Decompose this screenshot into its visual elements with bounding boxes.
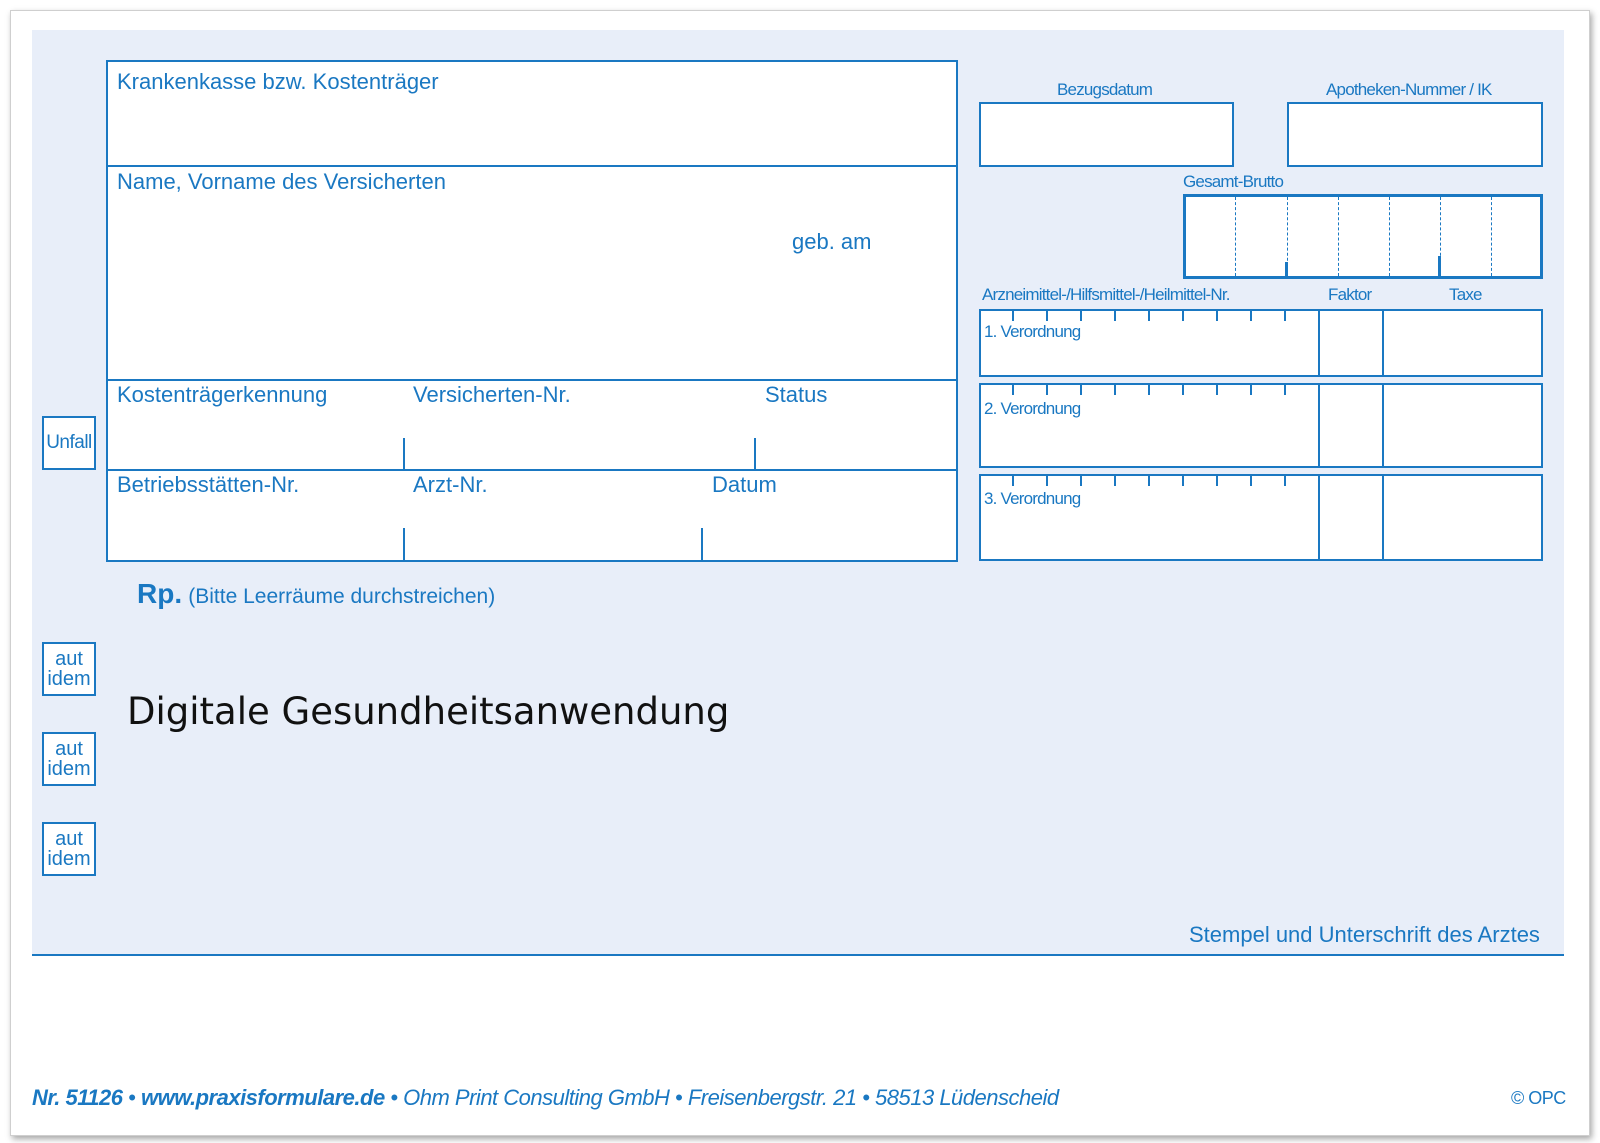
footer-imprint: Nr. 51126 • www.praxisformulare.de • Ohm…: [32, 1085, 1059, 1111]
digit-tick: [1012, 311, 1014, 321]
accident-checkbox[interactable]: Unfall: [42, 416, 96, 470]
prescription-row-1[interactable]: [979, 309, 1543, 377]
prescription-3-label: 3. Verordnung: [984, 489, 1081, 508]
gross-total-field[interactable]: [1183, 194, 1543, 279]
divider: [1318, 474, 1320, 561]
digit-tick: [1284, 311, 1286, 321]
gross-total-label: Gesamt-Brutto: [1183, 172, 1284, 191]
bullet: •: [390, 1085, 404, 1110]
digit-tick: [1148, 385, 1150, 395]
purchase-date-field[interactable]: [979, 102, 1234, 167]
digit-tick: [1114, 385, 1116, 395]
decimal-marker: [1285, 262, 1288, 276]
divider: [403, 528, 405, 561]
rp-symbol: Rp.: [137, 578, 183, 609]
bullet: •: [128, 1085, 141, 1110]
aut-idem-label: idem: [47, 758, 91, 780]
digit-tick: [1182, 476, 1184, 486]
rp-heading: Rp. (Bitte Leerräume durchstreichen): [137, 578, 495, 610]
insured-name-label: Name, Vorname des Versicherten: [117, 169, 446, 194]
divider: [106, 469, 958, 471]
divider: [1318, 309, 1320, 377]
digit-separator: [1235, 197, 1236, 276]
prescription-row-2[interactable]: [979, 383, 1543, 468]
insurer-label: Krankenkasse bzw. Kostenträger: [117, 69, 439, 94]
item-number-label: Arzneimittel-/Hilfsmittel-/Heilmittel-Nr…: [982, 285, 1231, 304]
digit-tick: [1148, 311, 1150, 321]
divider: [1382, 383, 1384, 468]
digit-tick: [1114, 311, 1116, 321]
pharmacy-number-label: Apotheken-Nummer / IK: [1326, 80, 1492, 99]
aut-idem-label: aut: [55, 738, 83, 760]
copyright-notice: © OPC: [1511, 1088, 1566, 1108]
digit-separator: [1389, 197, 1390, 276]
pharmacy-number-field[interactable]: [1287, 102, 1543, 167]
rp-hint: (Bitte Leerräume durchstreichen): [188, 585, 496, 608]
city-address: 58513 Lüdenscheid: [875, 1085, 1059, 1110]
digit-tick: [1284, 385, 1286, 395]
digit-tick: [1046, 311, 1048, 321]
divider: [106, 165, 958, 167]
aut-idem-label: idem: [47, 848, 91, 870]
fee-label: Taxe: [1449, 285, 1483, 304]
purchase-date-label: Bezugsdatum: [1057, 80, 1153, 99]
prescription-text: Digitale Gesundheitsanwendung: [127, 690, 730, 733]
digit-tick: [1080, 385, 1082, 395]
signature-label: Stempel und Unterschrift des Arztes: [1189, 922, 1540, 947]
digit-tick: [1148, 476, 1150, 486]
digit-tick: [1012, 476, 1014, 486]
divider: [403, 438, 405, 469]
form-number: Nr. 51126: [32, 1085, 123, 1110]
divider: [754, 438, 756, 469]
factor-label: Faktor: [1328, 285, 1372, 304]
divider: [701, 528, 703, 561]
status-label: Status: [765, 382, 828, 407]
divider: [1382, 309, 1384, 377]
decimal-marker: [1438, 256, 1441, 276]
insured-number-label: Versicherten-Nr.: [413, 382, 571, 407]
digit-tick: [1216, 385, 1218, 395]
digit-tick: [1216, 311, 1218, 321]
digit-tick: [1250, 385, 1252, 395]
digit-tick: [1046, 476, 1048, 486]
digit-tick: [1250, 476, 1252, 486]
divider: [106, 379, 958, 381]
digit-tick: [1046, 385, 1048, 395]
accident-label: Unfall: [46, 432, 92, 453]
digit-separator: [1491, 197, 1492, 276]
digit-tick: [1182, 385, 1184, 395]
prescription-2-label: 2. Verordnung: [984, 399, 1081, 418]
company-name: Ohm Print Consulting GmbH: [403, 1085, 670, 1110]
site-number-label: Betriebsstätten-Nr.: [117, 472, 300, 497]
digit-tick: [1114, 476, 1116, 486]
footer-divider: [32, 954, 1564, 956]
payer-id-label: Kostenträgerkennung: [117, 382, 328, 407]
street-address: Freisenbergstr. 21: [687, 1085, 857, 1110]
website-link[interactable]: www.praxisformulare.de: [141, 1085, 385, 1110]
digit-tick: [1182, 311, 1184, 321]
digit-tick: [1012, 385, 1014, 395]
digit-separator: [1338, 197, 1339, 276]
aut-idem-checkbox-3[interactable]: aut idem: [42, 822, 96, 876]
date-label: Datum: [712, 472, 777, 497]
bullet: •: [675, 1085, 688, 1110]
aut-idem-label: aut: [55, 648, 83, 670]
aut-idem-checkbox-1[interactable]: aut idem: [42, 642, 96, 696]
divider: [1382, 474, 1384, 561]
doctor-number-label: Arzt-Nr.: [413, 472, 488, 497]
prescription-row-3[interactable]: [979, 474, 1543, 561]
divider: [1318, 383, 1320, 468]
aut-idem-checkbox-2[interactable]: aut idem: [42, 732, 96, 786]
digit-tick: [1216, 476, 1218, 486]
aut-idem-label: aut: [55, 828, 83, 850]
digit-tick: [1080, 476, 1082, 486]
bullet: •: [862, 1085, 876, 1110]
aut-idem-label: idem: [47, 668, 91, 690]
digit-tick: [1284, 476, 1286, 486]
prescription-1-label: 1. Verordnung: [984, 322, 1081, 341]
digit-tick: [1080, 311, 1082, 321]
birth-date-label: geb. am: [792, 229, 872, 254]
digit-tick: [1250, 311, 1252, 321]
